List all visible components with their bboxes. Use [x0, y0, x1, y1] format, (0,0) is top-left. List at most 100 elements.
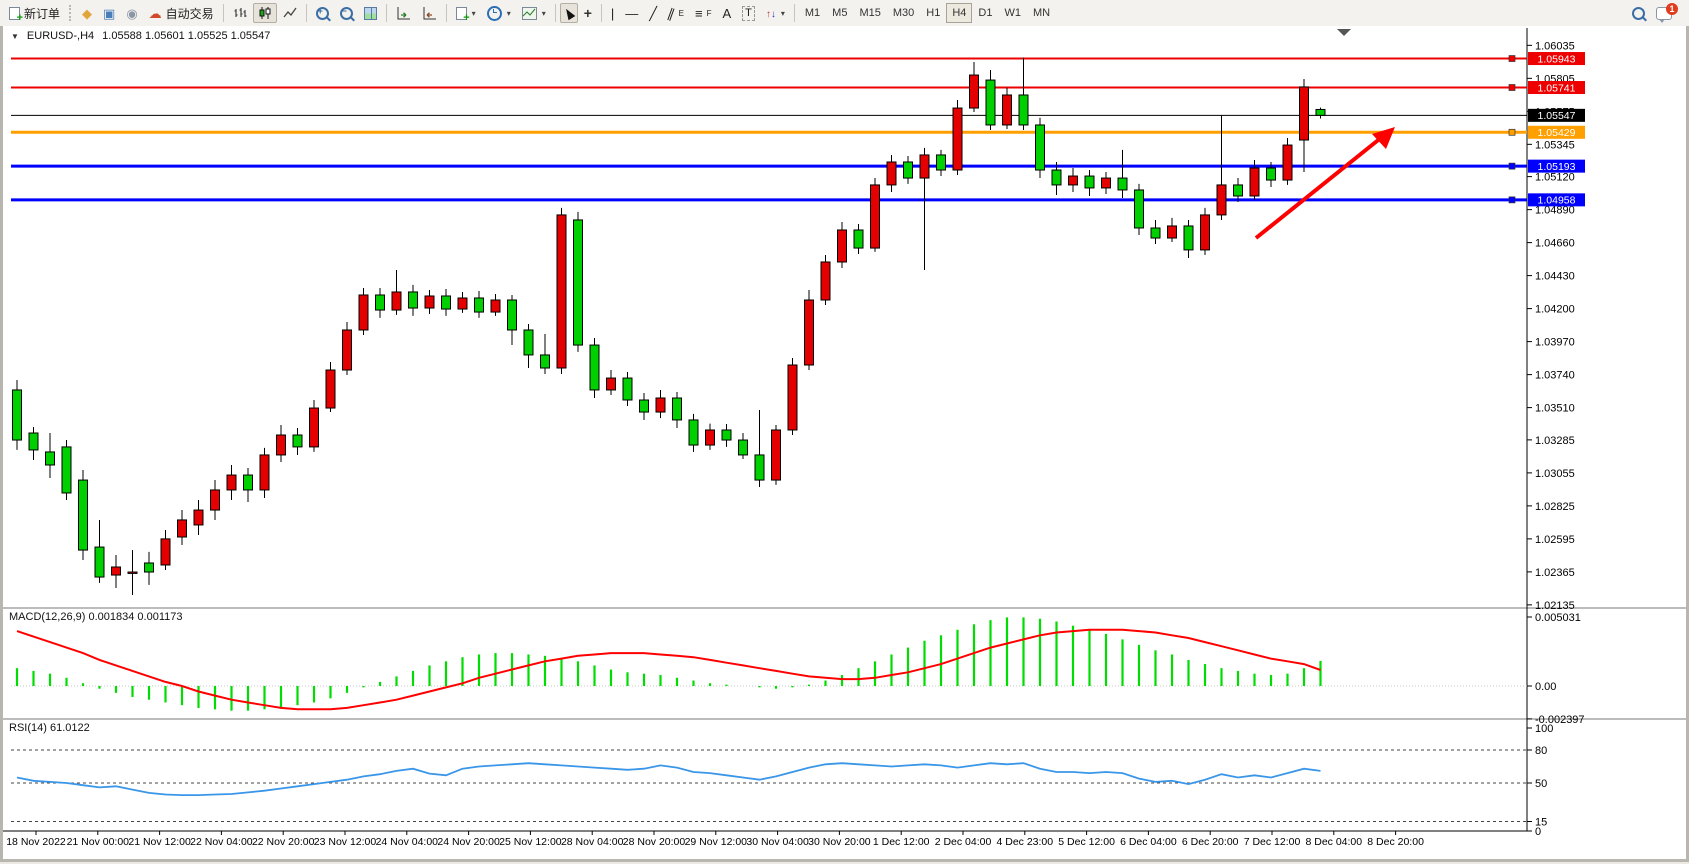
profiles-icon: ◆: [82, 7, 92, 20]
chat-bubble-icon: 1: [1656, 7, 1672, 20]
time-axis[interactable]: 18 Nov 202221 Nov 00:0021 Nov 12:0022 No…: [6, 831, 1424, 848]
clock-icon: [487, 6, 502, 21]
svg-text:1.02365: 1.02365: [1535, 567, 1575, 579]
timeframe-button-h4[interactable]: H4: [946, 3, 972, 23]
candle-chart-mode-button[interactable]: [253, 3, 277, 23]
macd-indicator-label: MACD(12,26,9) 0.001834 0.001173: [9, 611, 182, 623]
svg-text:29 Nov 12:00: 29 Nov 12:00: [685, 836, 748, 848]
periods-button[interactable]: ▾: [482, 3, 516, 23]
zoom-in-button[interactable]: +: [311, 3, 334, 23]
autotrading-button[interactable]: ☁ 自动交易: [144, 3, 219, 23]
chevron-down-icon: ▾: [542, 9, 546, 18]
chart-title[interactable]: ▼ EURUSD-,H4 1.05588 1.05601 1.05525 1.0…: [11, 30, 270, 42]
svg-text:5 Dec 12:00: 5 Dec 12:00: [1058, 836, 1115, 848]
channel-tool-button[interactable]: ∥E: [663, 3, 689, 23]
svg-text:18 Nov 2022: 18 Nov 2022: [6, 836, 66, 848]
text-tool-button[interactable]: A: [717, 3, 736, 23]
top-toolbar: 新订单 ◆ ▣ ◉ ☁ 自动交易 + − ▾ ▾ ▾ + | — ╱ ∥E ≡F…: [0, 0, 1689, 27]
label-tool-button[interactable]: T: [737, 3, 760, 23]
cursor-tool-button[interactable]: [560, 3, 578, 23]
svg-text:30 Nov 20:00: 30 Nov 20:00: [808, 836, 871, 848]
svg-text:1.04660: 1.04660: [1535, 238, 1575, 250]
timeframe-button-m15[interactable]: M15: [853, 3, 886, 23]
candlestick-series[interactable]: [13, 58, 1326, 595]
timeframe-button-d1[interactable]: D1: [972, 3, 998, 23]
new-order-label: 新订单: [24, 5, 60, 22]
svg-text:1.03285: 1.03285: [1535, 435, 1575, 447]
navigator-button[interactable]: ▣: [98, 3, 120, 23]
chart-window: ▼ EURUSD-,H4 1.05588 1.05601 1.05525 1.0…: [0, 26, 1689, 862]
cursor-icon: [562, 6, 575, 20]
toolbar-separator: [794, 4, 795, 22]
svg-text:0.00: 0.00: [1535, 681, 1556, 693]
arrow-object[interactable]: [1256, 127, 1395, 238]
timeframe-button-m5[interactable]: M5: [826, 3, 853, 23]
search-button[interactable]: [1627, 3, 1650, 23]
svg-text:8 Dec 20:00: 8 Dec 20:00: [1367, 836, 1424, 848]
svg-text:1.05741: 1.05741: [1538, 82, 1576, 94]
svg-text:1.03970: 1.03970: [1535, 337, 1575, 349]
toolbar-separator: [601, 4, 602, 22]
bar-chart-mode-button[interactable]: [228, 3, 252, 23]
chart-shift-marker[interactable]: [1337, 29, 1351, 36]
crosshair-tool-button[interactable]: +: [579, 3, 597, 23]
line-chart-icon: [283, 6, 297, 20]
svg-text:21 Nov 00:00: 21 Nov 00:00: [67, 836, 130, 848]
text-label-icon: T: [742, 6, 755, 21]
notification-badge: 1: [1666, 3, 1678, 15]
rsi-panel[interactable]: 1008050150: [11, 723, 1553, 838]
add-indicator-icon: [456, 7, 467, 20]
trendline-tool-button[interactable]: ╱: [644, 3, 662, 23]
svg-text:4 Dec 23:00: 4 Dec 23:00: [996, 836, 1053, 848]
tile-windows-icon: [364, 7, 377, 20]
fibonacci-tool-button[interactable]: ≡F: [690, 3, 716, 23]
toolbar-separator: [306, 4, 307, 22]
arrows-tool-button[interactable]: ↑↓ ▾: [761, 3, 790, 23]
macd-panel[interactable]: 0.0050310.00-0.002397: [11, 612, 1585, 726]
market-watch-button[interactable]: ◉: [121, 3, 142, 23]
indicators-button[interactable]: ▾: [451, 3, 481, 23]
panel-separators[interactable]: [3, 28, 1686, 831]
svg-text:22 Nov 20:00: 22 Nov 20:00: [252, 836, 315, 848]
templates-button[interactable]: ▾: [517, 3, 551, 23]
svg-text:28 Nov 20:00: 28 Nov 20:00: [623, 836, 686, 848]
svg-text:30 Nov 04:00: 30 Nov 04:00: [746, 836, 809, 848]
chart-shift-button[interactable]: [417, 3, 442, 23]
horizontal-line-icon: —: [625, 7, 638, 20]
vertical-line-icon: |: [611, 7, 614, 20]
search-icon: [1632, 7, 1645, 20]
svg-text:1.03055: 1.03055: [1535, 468, 1575, 480]
fibonacci-icon: ≡: [695, 7, 703, 20]
svg-text:25 Nov 12:00: 25 Nov 12:00: [499, 836, 562, 848]
chart-symbol-period: EURUSD-,H4: [27, 30, 94, 42]
horizontal-line-tool-button[interactable]: —: [620, 3, 643, 23]
timeframe-button-h1[interactable]: H1: [920, 3, 946, 23]
zoom-out-button[interactable]: −: [335, 3, 358, 23]
tile-windows-button[interactable]: [359, 3, 382, 23]
vertical-line-tool-button[interactable]: |: [606, 3, 619, 23]
toolbar-drag-handle: [69, 5, 73, 21]
chart-canvas[interactable]: 1.060351.058051.055751.053451.051201.048…: [3, 26, 1686, 859]
svg-text:1 Dec 12:00: 1 Dec 12:00: [873, 836, 930, 848]
timeframe-button-m30[interactable]: M30: [887, 3, 920, 23]
bar-chart-icon: [233, 6, 247, 20]
timeframe-button-w1[interactable]: W1: [998, 3, 1027, 23]
crosshair-icon: +: [584, 7, 592, 19]
svg-text:1.04200: 1.04200: [1535, 304, 1575, 316]
toolbar-separator: [386, 4, 387, 22]
svg-text:6 Dec 04:00: 6 Dec 04:00: [1120, 836, 1177, 848]
chart-dropdown-icon[interactable]: ▼: [11, 32, 19, 41]
auto-scroll-button[interactable]: [391, 3, 416, 23]
template-icon: [522, 7, 537, 20]
svg-text:2 Dec 04:00: 2 Dec 04:00: [935, 836, 992, 848]
notifications-button[interactable]: 1: [1651, 3, 1677, 23]
profiles-button[interactable]: ◆: [77, 3, 97, 23]
auto-scroll-icon: [396, 6, 411, 20]
timeframe-button-m1[interactable]: M1: [799, 3, 826, 23]
svg-text:0.005031: 0.005031: [1535, 612, 1581, 624]
new-order-button[interactable]: 新订单: [4, 3, 65, 23]
zoom-out-icon: −: [340, 7, 353, 20]
zoom-in-icon: +: [316, 7, 329, 20]
timeframe-button-mn[interactable]: MN: [1027, 3, 1056, 23]
line-chart-mode-button[interactable]: [278, 3, 302, 23]
